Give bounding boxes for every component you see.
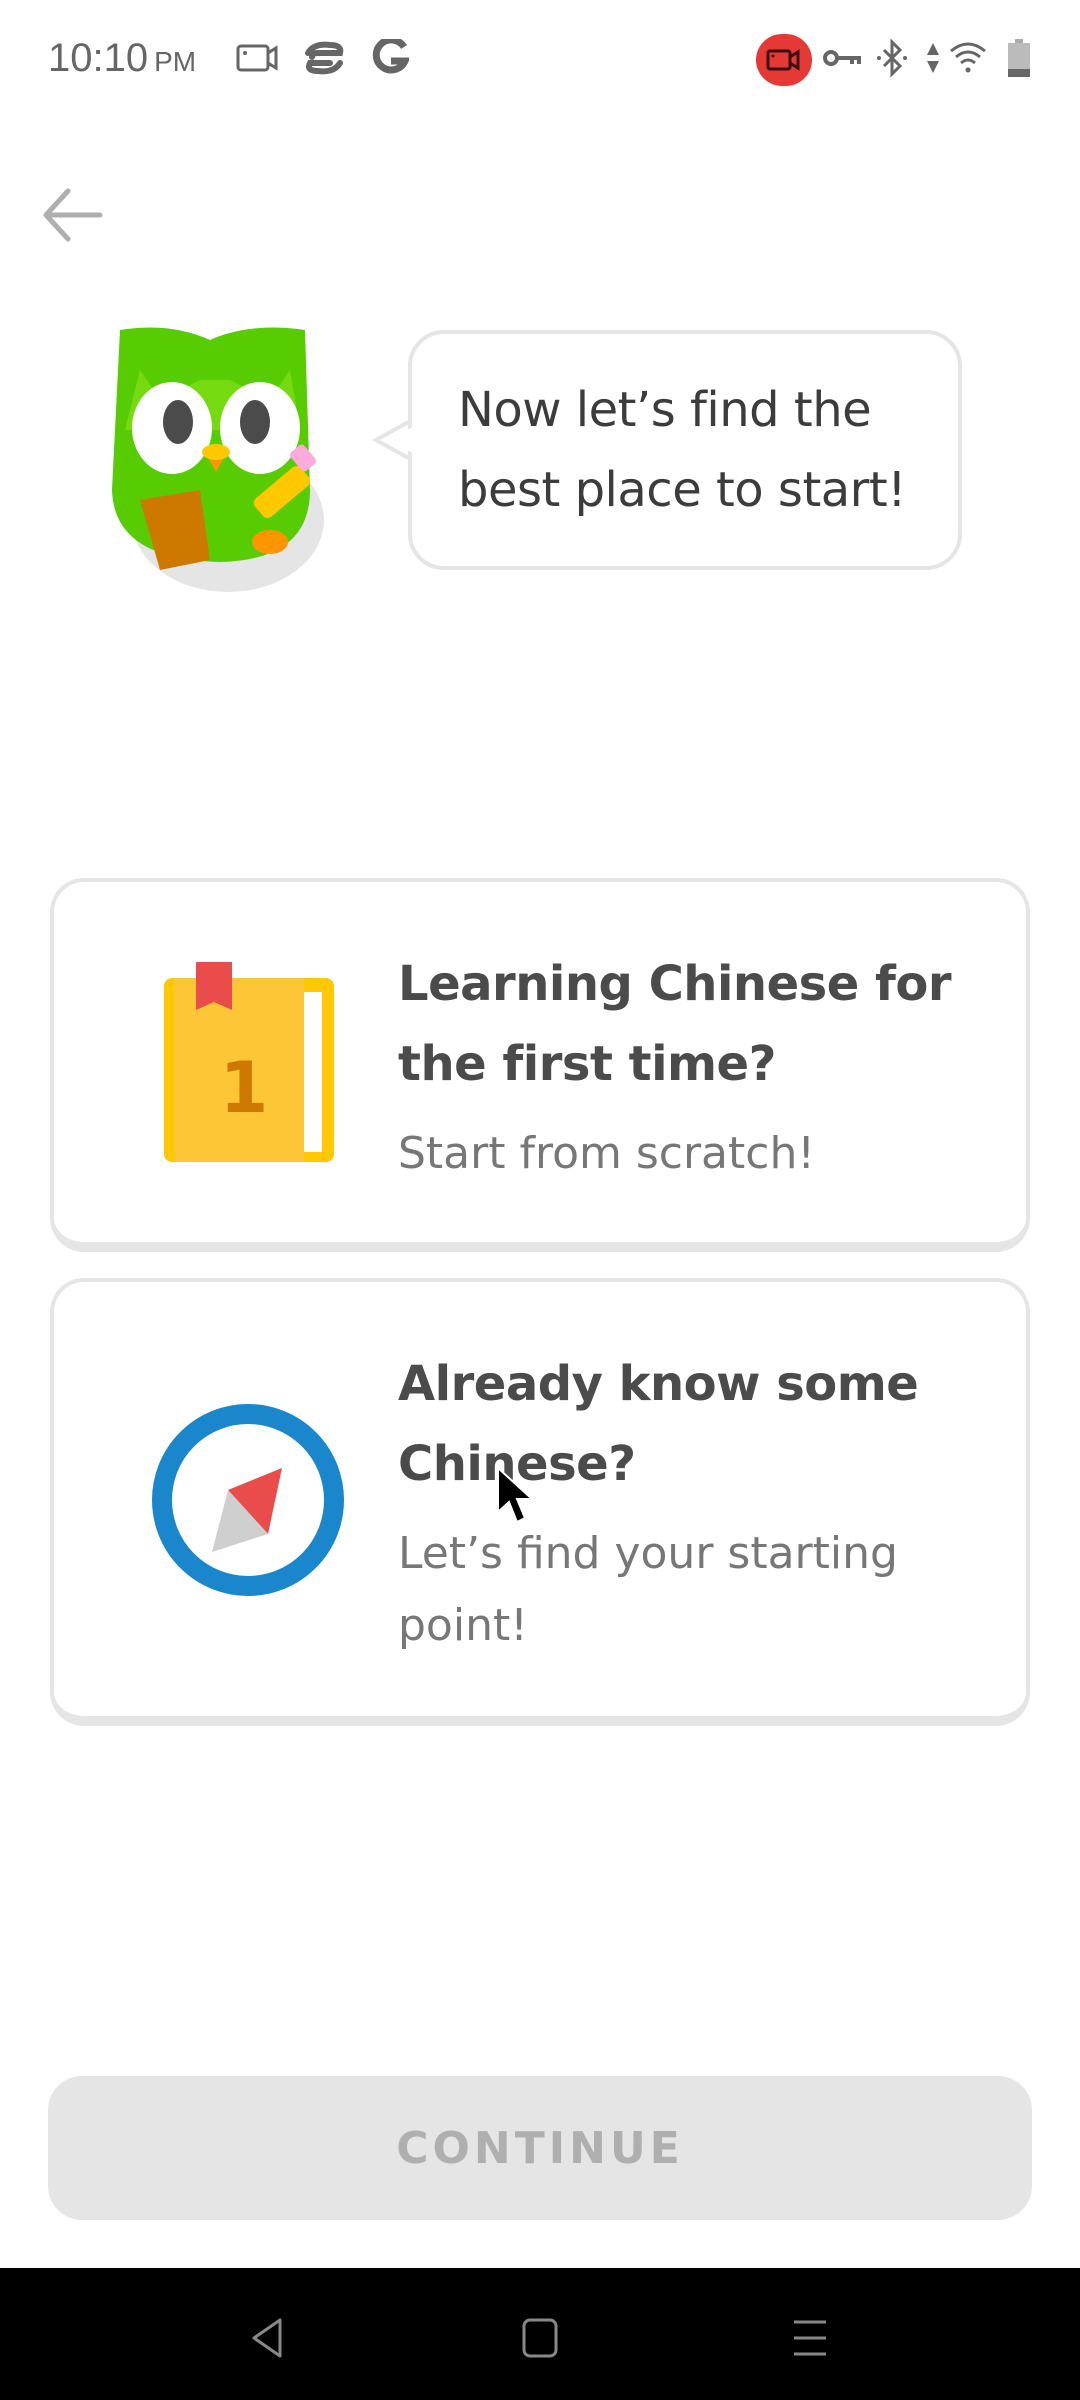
back-button[interactable]: [34, 180, 110, 250]
google-icon: [370, 38, 410, 78]
nav-recents-button[interactable]: [770, 2298, 850, 2378]
clock-time: 10:10: [48, 36, 149, 80]
nav-back-button[interactable]: [228, 2298, 308, 2378]
clock-ampm: PM: [154, 46, 197, 77]
speech-bubble-tail-cover: [388, 424, 418, 456]
compass-icon: [150, 1402, 346, 1598]
option-subtitle: Start from scratch!: [398, 1118, 815, 1190]
bluetooth-icon: [874, 38, 910, 78]
continue-button[interactable]: CONTINUE: [48, 2076, 1032, 2220]
arrow-left-icon: [43, 188, 103, 242]
owl-mascot: [100, 310, 340, 600]
option-title-line: Already know some: [398, 1356, 919, 1412]
option-title: Learning Chinese for the first time?: [398, 944, 952, 1104]
screen-record-icon: [236, 38, 280, 78]
option-title-line: Chinese?: [398, 1436, 636, 1492]
nav-home-button[interactable]: [500, 2298, 580, 2378]
speech-line: best place to start!: [458, 462, 906, 518]
speech-bubble: Now let’s find the best place to start!: [408, 330, 962, 570]
nav-recents-icon: [794, 2320, 826, 2356]
book-icon: 1: [160, 962, 340, 1162]
option-start-from-scratch[interactable]: 1 Learning Chinese for the first time? S…: [50, 878, 1030, 1252]
option-find-starting-point[interactable]: Already know some Chinese? Let’s find yo…: [50, 1278, 1030, 1726]
nav-home-icon: [522, 2318, 558, 2358]
option-subtitle-line: point!: [398, 1600, 528, 1651]
option-title-line: the first time?: [398, 1036, 776, 1092]
cloud-sync-icon: [304, 38, 348, 78]
vpn-key-icon: [822, 38, 862, 78]
option-subtitle: Let’s find your starting point!: [398, 1518, 898, 1662]
system-nav-bar: [0, 2268, 1080, 2400]
book-number: 1: [220, 1047, 269, 1129]
battery-icon: [1004, 38, 1034, 78]
speech-line: Now let’s find the: [458, 382, 872, 438]
option-title: Already know some Chinese?: [398, 1344, 919, 1504]
speech-text: Now let’s find the best place to start!: [458, 370, 906, 530]
option-subtitle-line: Let’s find your starting: [398, 1528, 898, 1579]
recording-indicator-icon: [756, 34, 812, 86]
option-subtitle-line: Start from scratch!: [398, 1128, 815, 1179]
wifi-icon: [946, 38, 990, 78]
option-title-line: Learning Chinese for: [398, 956, 952, 1012]
status-time: 10:10 PM: [48, 36, 196, 81]
data-arrows-icon: [922, 38, 944, 78]
status-bar: 10:10 PM: [0, 0, 1080, 120]
nav-back-icon: [252, 2318, 282, 2358]
